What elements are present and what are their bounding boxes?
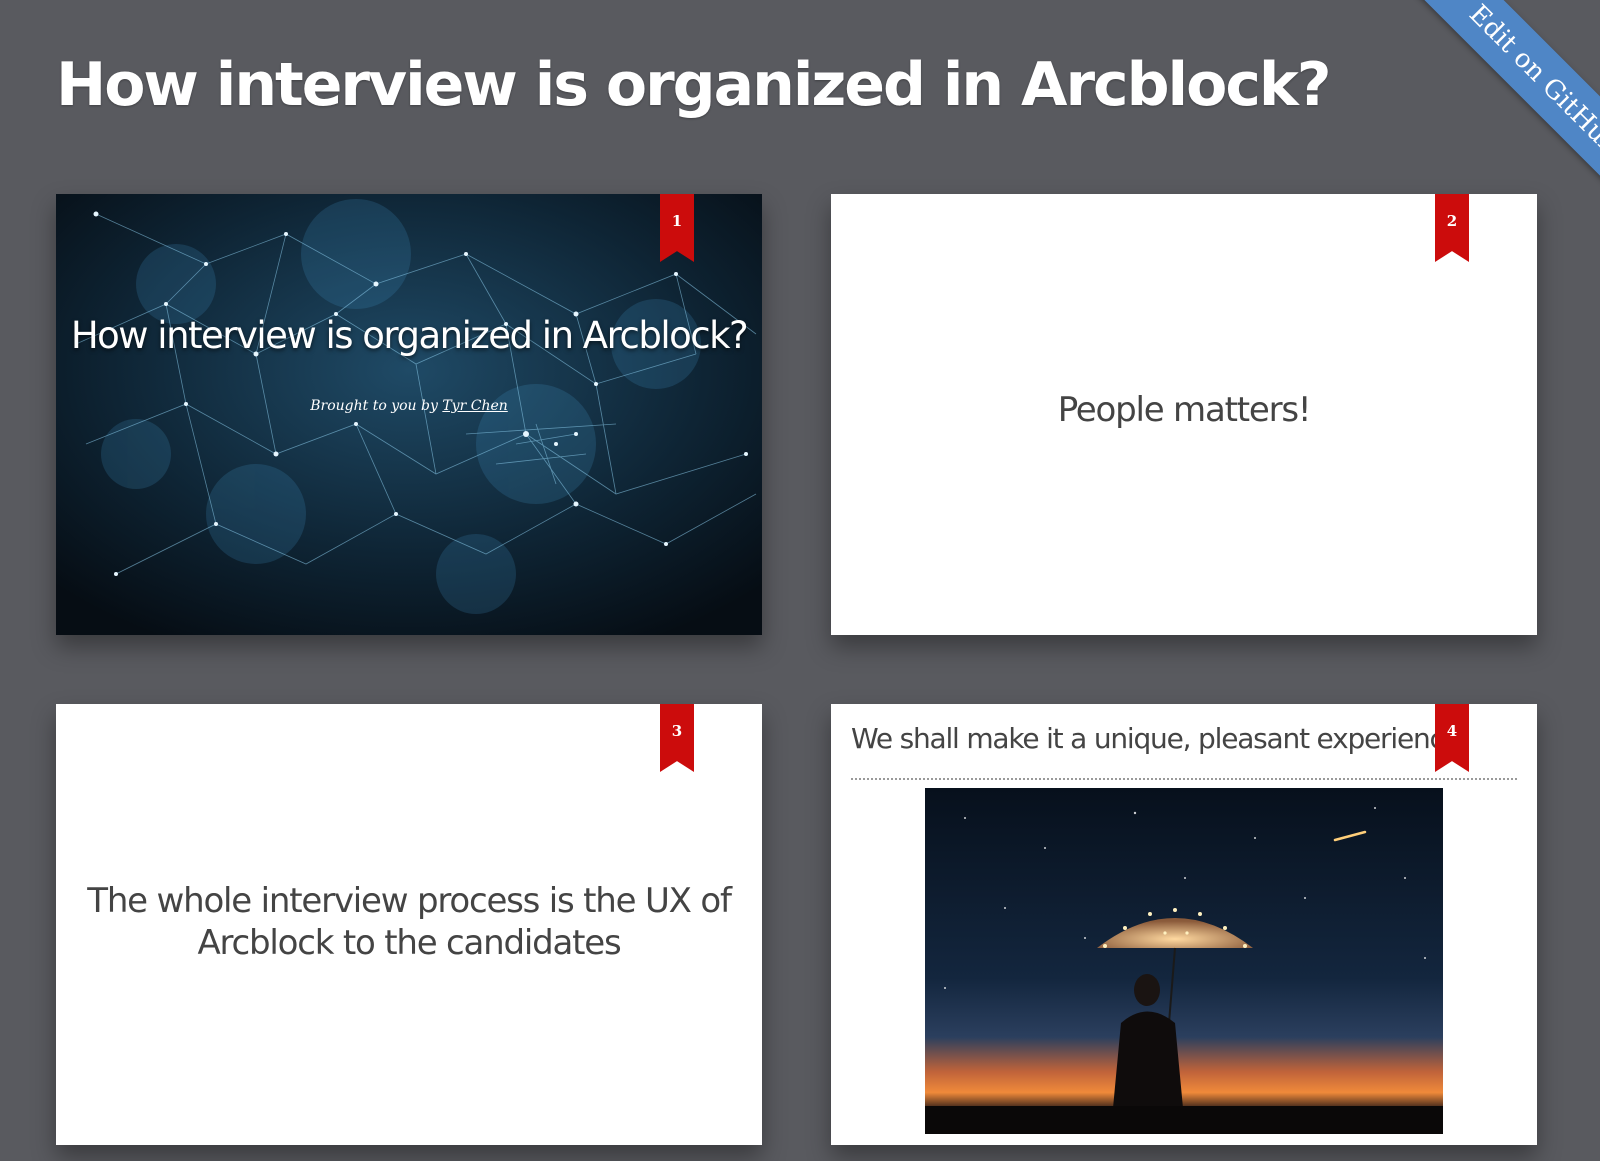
slide-1-title: How interview is organized in Arcblock? (70, 314, 749, 357)
slide-2-text: People matters! (1057, 390, 1312, 430)
slide-4-thumbnail[interactable]: We shall make it a unique, pleasant expe… (831, 704, 1537, 1145)
slide-3-thumbnail[interactable]: The whole interview process is the UX of… (56, 704, 762, 1145)
bookmark-icon: 4 (1435, 704, 1469, 772)
presentation-overview: How interview is organized in Arcblock? … (0, 0, 1600, 1161)
slide-2-thumbnail[interactable]: People matters! 2 (831, 194, 1537, 635)
page-title: How interview is organized in Arcblock? (56, 50, 1332, 120)
bookmark-icon: 3 (660, 704, 694, 772)
slide-1-subtitle: Brought to you by Tyr Chen (56, 398, 762, 414)
slide-1-thumbnail[interactable]: How interview is organized in Arcblock? … (56, 194, 762, 635)
slide-3-text: The whole interview process is the UX of… (87, 881, 732, 963)
title-divider (851, 778, 1517, 780)
author-link[interactable]: Tyr Chen (442, 398, 507, 414)
slide-1-byline: Brought to you by (310, 398, 443, 414)
edit-on-github-link[interactable]: Edit on GitHub (1403, 0, 1600, 221)
umbrella-night-photo (925, 788, 1443, 1134)
bookmark-icon: 2 (1435, 194, 1469, 262)
slide-4-title: We shall make it a unique, pleasant expe… (851, 722, 1471, 755)
network-background-image (56, 194, 762, 635)
